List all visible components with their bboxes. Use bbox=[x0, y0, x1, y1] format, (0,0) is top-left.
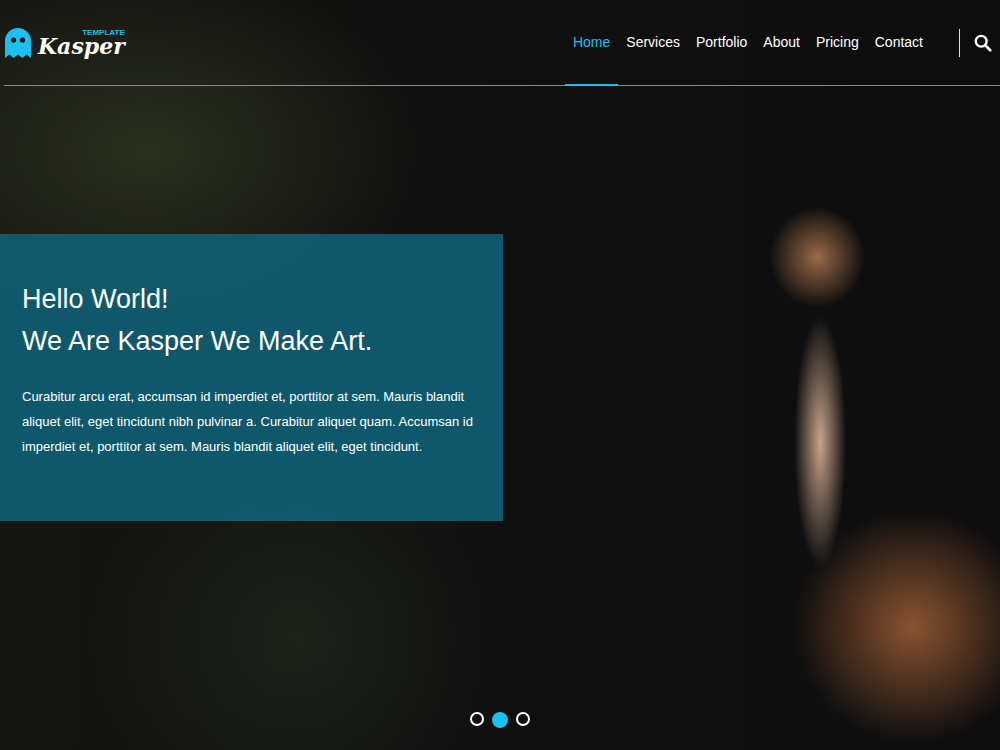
nav-link[interactable]: Contact bbox=[867, 0, 931, 86]
logo[interactable]: TEMPLATEKasper bbox=[4, 27, 125, 59]
hero-text: Curabitur arcu erat, accumsan id imperdi… bbox=[22, 384, 481, 459]
hero: Hello World!We Are Kasper We Make Art. Cu… bbox=[0, 86, 1000, 750]
nav-link[interactable]: Pricing bbox=[808, 0, 867, 86]
deer-shape bbox=[710, 190, 1000, 750]
hero-box: Hello World!We Are Kasper We Make Art. Cu… bbox=[0, 234, 503, 521]
hero-title: Hello World!We Are Kasper We Make Art. bbox=[22, 278, 481, 362]
hero-title-line: We Are Kasper We Make Art. bbox=[22, 320, 481, 362]
hero-title-line: Hello World! bbox=[22, 278, 481, 320]
slider-dot[interactable] bbox=[470, 712, 484, 726]
logo-text: TEMPLATEKasper bbox=[38, 29, 125, 57]
logo-name: Kasper bbox=[38, 35, 125, 57]
nav-link[interactable]: About bbox=[755, 0, 808, 86]
nav-link[interactable]: Portfolio bbox=[688, 0, 755, 86]
nav-divider bbox=[959, 29, 960, 57]
ghost-icon bbox=[4, 27, 32, 59]
slider-dots bbox=[0, 712, 1000, 728]
landing-page: TEMPLATEKasper HomeServicesPortfolioAbout… bbox=[0, 0, 1000, 750]
nav-link[interactable]: Services bbox=[618, 0, 688, 86]
slider-dot[interactable] bbox=[492, 712, 508, 728]
header: TEMPLATEKasper HomeServicesPortfolioAbout… bbox=[4, 0, 1000, 86]
slider-dot[interactable] bbox=[516, 712, 530, 726]
nav-link[interactable]: Home bbox=[565, 0, 618, 86]
search-icon[interactable] bbox=[974, 34, 992, 52]
main-nav: HomeServicesPortfolioAboutPricingContact bbox=[565, 0, 992, 85]
